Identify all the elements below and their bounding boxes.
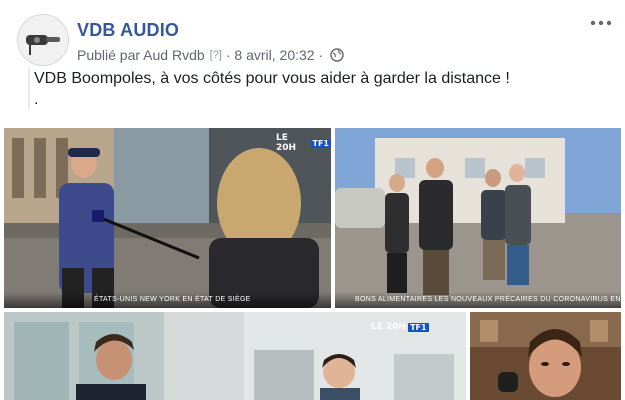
more-options-icon[interactable] (589, 14, 613, 32)
tf1-logo: LE 20H TF1 (276, 133, 331, 153)
avatar[interactable] (17, 14, 69, 66)
post-meta: Publié par Aud Rvdb [?] · 8 avril, 20:32… (77, 47, 344, 63)
avatar-logo (18, 15, 68, 65)
post-text-line2: . (34, 91, 39, 108)
media-tile-2[interactable]: BONS ALIMENTAIRES LES NOUVEAUX PRÉCAIRES… (335, 128, 621, 308)
portrait-photo (470, 312, 621, 400)
media-tile-1[interactable]: LE 20H TF1 ÉTATS-UNIS NEW YORK EN ÉTAT D… (4, 128, 331, 308)
tf1-logo-2-badge: TF1 (408, 322, 429, 332)
post-text: VDB Boompoles, à vos côtés pour vous aid… (28, 68, 614, 109)
food-aid-photo (335, 128, 621, 308)
tf1-logo-2-text: LE 20H (371, 322, 407, 332)
media-tile-4[interactable] (470, 312, 621, 400)
tile1-caption: ÉTATS-UNIS NEW YORK EN ÉTAT DE SIÈGE (4, 292, 331, 308)
help-link[interactable]: [?] (210, 49, 222, 61)
media-grid: LE 20H TF1 ÉTATS-UNIS NEW YORK EN ÉTAT D… (4, 128, 621, 400)
new-york-photo (4, 128, 331, 308)
post-date[interactable]: · 8 avril, 20:32 · (226, 47, 323, 63)
tf1-logo-text: LE 20H (276, 133, 297, 153)
media-tile-3[interactable]: LE 20H TF1 (4, 312, 466, 400)
tf1-logo-2: LE 20H TF1 (371, 321, 429, 333)
page-name[interactable]: VDB AUDIO (77, 20, 179, 41)
published-by[interactable]: Publié par Aud Rvdb (77, 47, 205, 63)
tf1-logo-badge: TF1 (310, 138, 331, 148)
globe-icon (330, 48, 344, 62)
tile2-caption: BONS ALIMENTAIRES LES NOUVEAUX PRÉCAIRES… (335, 292, 621, 308)
post-text-line1: VDB Boompoles, à vos côtés pour vous aid… (34, 70, 510, 87)
